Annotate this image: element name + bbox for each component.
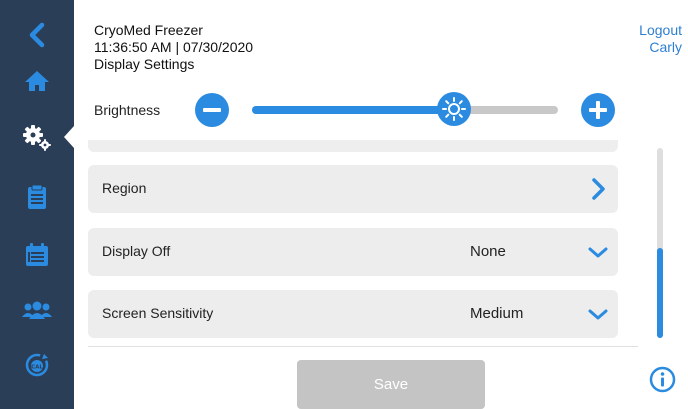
sidebar-item-users[interactable] <box>0 286 74 336</box>
row-value: None <box>470 243 506 260</box>
sidebar: CAL <box>0 0 74 409</box>
brightness-slider-thumb[interactable] <box>436 92 471 126</box>
scrollbar-thumb[interactable] <box>657 248 663 338</box>
page-title: Display Settings <box>94 56 195 72</box>
save-button[interactable]: Save <box>297 360 485 409</box>
svg-text:CAL: CAL <box>31 365 43 371</box>
brightness-slider-track[interactable] <box>252 106 558 114</box>
list-previous-row-edge <box>88 140 618 152</box>
scrollbar-track[interactable] <box>657 148 663 338</box>
device-name: CryoMed Freezer <box>94 22 203 38</box>
sidebar-item-calibration[interactable]: CAL <box>0 340 74 390</box>
header: CryoMed Freezer 11:36:50 AM | 07/30/2020… <box>94 22 253 73</box>
row-label: Display Off <box>102 243 171 259</box>
brightness-slider-fill <box>252 106 454 114</box>
chevron-right-icon <box>592 178 605 200</box>
sidebar-item-home[interactable] <box>0 56 74 106</box>
calibration-icon: CAL <box>25 353 49 377</box>
sidebar-item-clipboard[interactable] <box>0 172 74 222</box>
clipboard-icon <box>28 184 46 209</box>
back-icon <box>29 22 45 48</box>
users-group-icon <box>22 301 52 319</box>
settings-row-display-off[interactable]: Display Off None <box>88 228 618 276</box>
divider <box>88 346 638 347</box>
settings-row-screen-sensitivity[interactable]: Screen Sensitivity Medium <box>88 290 618 338</box>
settings-row-region[interactable]: Region <box>88 165 618 213</box>
plus-icon-v <box>596 101 600 119</box>
logout-link[interactable]: Logout <box>639 22 682 39</box>
brightness-increase-button[interactable] <box>581 93 615 127</box>
sidebar-item-calendar[interactable] <box>0 230 74 280</box>
row-label: Region <box>102 180 147 196</box>
info-icon[interactable] <box>649 366 676 393</box>
chevron-down-icon <box>588 309 608 320</box>
user-box: Logout Carly <box>639 22 682 56</box>
chevron-down-icon <box>588 247 608 258</box>
minus-icon <box>203 108 221 112</box>
settings-gears-icon <box>23 125 51 151</box>
username: Carly <box>649 39 682 55</box>
brightness-label: Brightness <box>94 102 161 118</box>
home-icon <box>25 71 49 91</box>
calendar-list-icon <box>26 243 48 266</box>
sun-icon <box>441 97 466 121</box>
row-label: Screen Sensitivity <box>102 305 214 321</box>
brightness-decrease-button[interactable] <box>195 93 229 127</box>
row-value: Medium <box>470 305 524 322</box>
back-button[interactable] <box>0 10 74 60</box>
active-indicator <box>64 126 74 148</box>
sidebar-item-settings[interactable] <box>0 112 74 162</box>
datetime: 11:36:50 AM | 07/30/2020 <box>94 39 254 55</box>
